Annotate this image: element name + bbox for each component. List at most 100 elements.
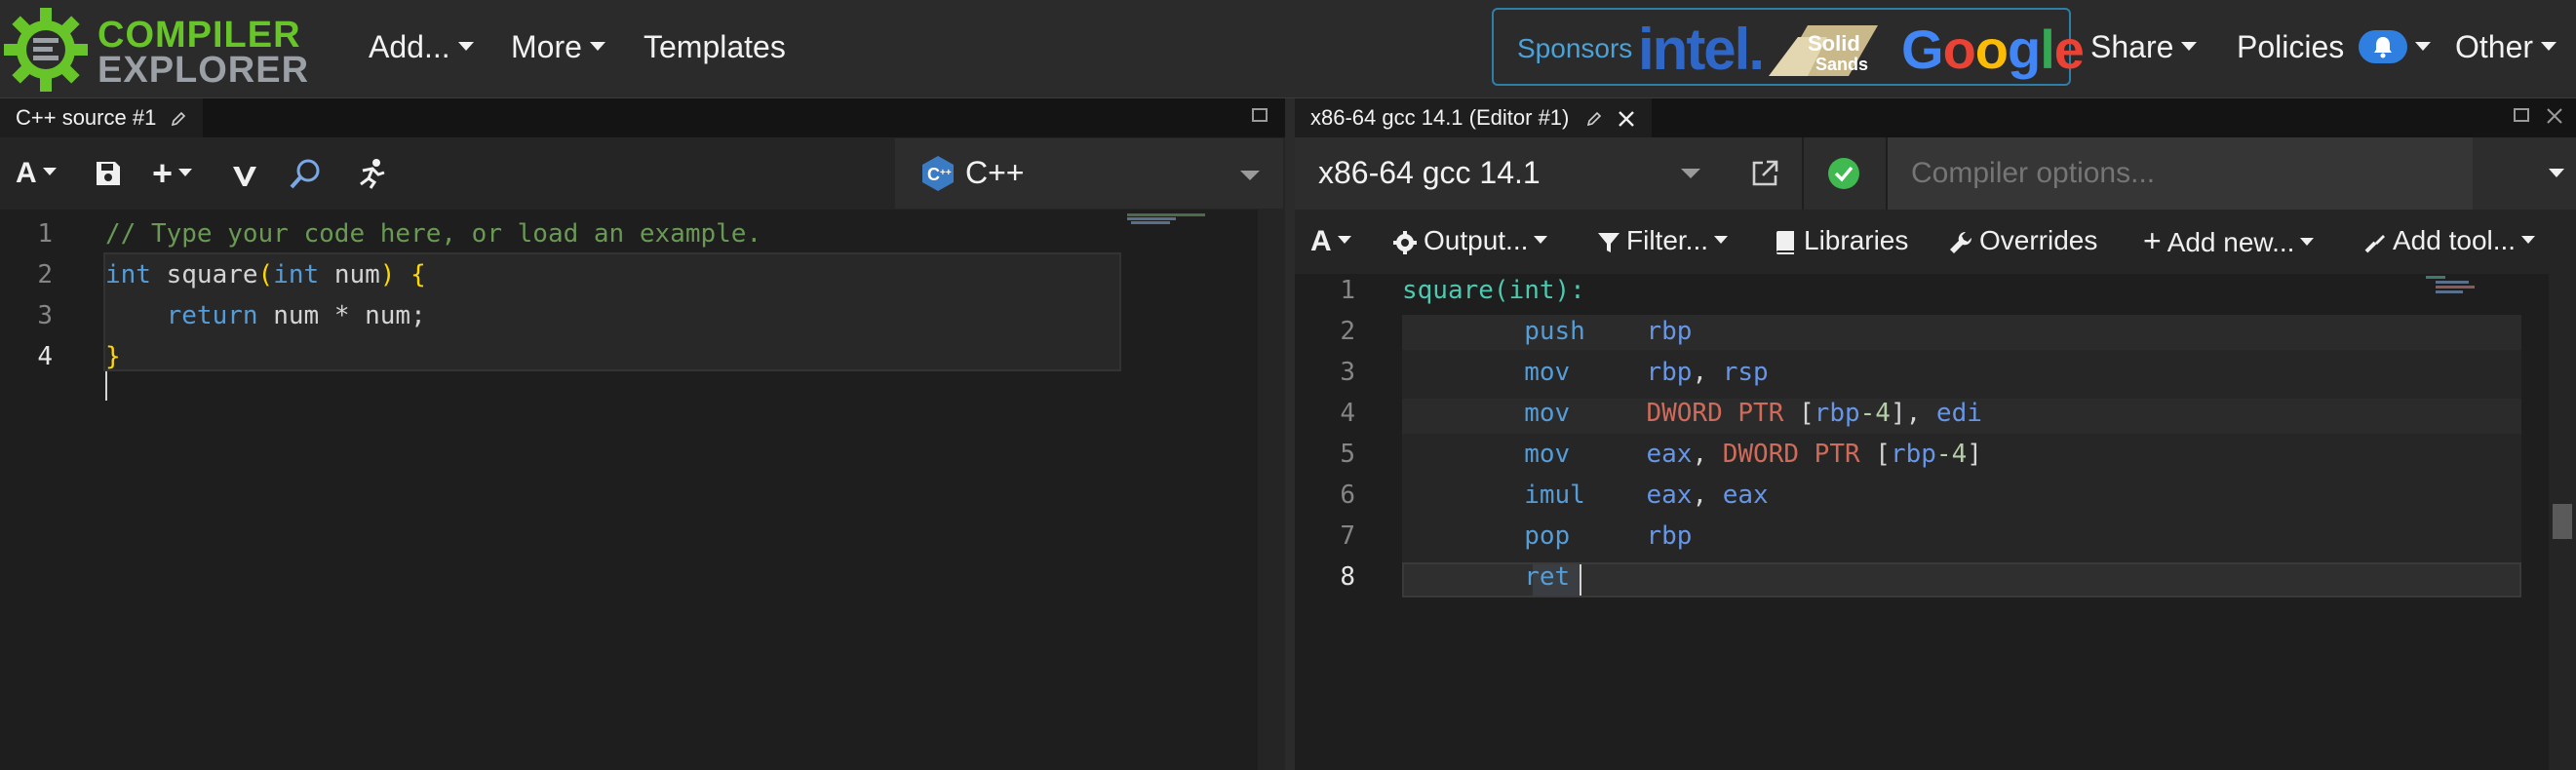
code-token: square [150, 260, 258, 289]
caret-down-icon [1681, 169, 1700, 178]
add-new-label: Add new... [2166, 227, 2295, 257]
maximize-icon[interactable] [1252, 108, 1268, 122]
assembly-scrollbar[interactable] [2549, 274, 2576, 770]
code-token: [ [1783, 399, 1815, 428]
scrollbar-thumb[interactable] [2553, 504, 2572, 539]
other-menu[interactable]: Other [2455, 29, 2557, 65]
close-pane-icon[interactable] [2545, 106, 2564, 126]
source-scrollbar[interactable] [1258, 210, 1285, 770]
solid-text: Solid [1808, 31, 1860, 56]
code-token: // Type your code here, or load an examp… [105, 219, 762, 249]
code-token: rbp [1646, 521, 1693, 551]
code-line[interactable]: mov rbp, rsp [1402, 358, 1769, 387]
pane-divider[interactable] [1285, 98, 1295, 770]
compiler-explorer-logo[interactable]: COMPILER EXPLORER [2, 6, 314, 92]
libraries-button[interactable]: Libraries [1775, 225, 1908, 256]
font-size-button[interactable]: A [16, 157, 57, 190]
tab-cpp-source[interactable]: C++ source #1 [0, 98, 204, 137]
bell-icon [2374, 36, 2393, 58]
open-in-new-icon[interactable] [1749, 158, 1780, 189]
line-number: 3 [37, 301, 53, 330]
logo-gear-icon [4, 8, 88, 92]
output-button[interactable]: Output... [1392, 225, 1548, 256]
pencil-icon[interactable] [1585, 110, 1603, 128]
code-line[interactable]: mov eax, DWORD PTR [rbp-4] [1402, 440, 1982, 469]
templates-link[interactable]: Templates [644, 29, 786, 65]
code-token: rbp [1646, 358, 1693, 387]
add-pane-button[interactable]: + [152, 153, 193, 194]
sponsor-google-logo[interactable]: Google [1901, 18, 2085, 81]
code-line[interactable]: ret [1402, 562, 1570, 592]
book-icon [1776, 230, 1794, 254]
add-menu[interactable]: Add... [369, 29, 474, 65]
search-regex-icon[interactable] [289, 157, 322, 190]
close-tab-icon[interactable] [1617, 109, 1636, 129]
minimap[interactable] [2426, 274, 2543, 303]
language-select[interactable]: C ++ C++ [895, 138, 1283, 209]
code-token: DWORD PTR [1646, 399, 1784, 428]
compiler-select[interactable]: x86-64 gcc 14.1 [1295, 137, 1704, 210]
code-token: [ [1859, 440, 1891, 469]
code-token: ret [1402, 562, 1571, 592]
more-menu[interactable]: More [511, 29, 605, 65]
line-number: 5 [1340, 440, 1355, 469]
text-cursor [105, 371, 107, 401]
google-letter: o [1942, 19, 1976, 80]
code-line[interactable]: return num * num; [105, 301, 426, 330]
save-icon[interactable] [94, 159, 123, 188]
font-size-button[interactable]: A [1310, 225, 1351, 258]
sponsor-solid-sands-logo[interactable]: Solid Sands [1769, 18, 1888, 78]
share-menu[interactable]: Share [2090, 29, 2198, 65]
options-dropdown-caret-icon[interactable] [2549, 169, 2564, 177]
tab-compiler[interactable]: x86-64 gcc 14.1 (Editor #1) [1295, 98, 1652, 137]
code-token: { [410, 260, 426, 289]
code-line[interactable]: imul eax, eax [1402, 481, 1769, 510]
add-tool-button[interactable]: Add tool... [2363, 225, 2536, 256]
code-token: rbp [1814, 399, 1860, 428]
code-line[interactable]: square(int): [1402, 276, 1585, 305]
caret-down-icon [589, 42, 605, 52]
line-number: 1 [1340, 276, 1355, 305]
filter-button[interactable]: Filter... [1597, 225, 1729, 256]
code-line[interactable]: // Type your code here, or load an examp… [105, 219, 761, 249]
compiler-options-input[interactable] [1888, 137, 2473, 210]
code-token: , [1692, 440, 1723, 469]
code-line[interactable]: push rbp [1402, 317, 1692, 346]
caret-down-icon [2181, 42, 2198, 52]
pencil-icon[interactable] [170, 110, 187, 128]
code-token: num * num; [257, 301, 426, 330]
code-token: ( [257, 260, 274, 289]
templates-label: Templates [644, 29, 786, 64]
code-token: imul [1402, 481, 1585, 510]
minimap[interactable] [1127, 213, 1262, 227]
assembly-output-editor[interactable]: 1 2 3 4 5 6 7 8 square(int): push rbp mov rbp, … [1295, 274, 2576, 770]
compiler-name: x86-64 gcc 14.1 [1318, 155, 1541, 190]
code-line[interactable]: mov DWORD PTR [rbp-4], edi [1402, 399, 1982, 428]
code-line[interactable]: pop rbp [1402, 521, 1692, 551]
code-token: , [1692, 481, 1723, 510]
sponsor-intel-logo[interactable]: intel. [1638, 16, 1765, 83]
add-new-button[interactable]: + Add new... [2143, 223, 2315, 259]
sponsors-box[interactable]: Sponsors intel. Solid Sands Google [1492, 8, 2085, 86]
caret-down-icon [178, 169, 193, 177]
logo-line2: EXPLORER [98, 50, 310, 91]
compiler-picker-row: x86-64 gcc 14.1 [1295, 137, 2576, 210]
code-token: int [273, 260, 320, 289]
caret-down-icon [1534, 235, 1548, 244]
compile-status-ok-icon[interactable] [1827, 157, 1860, 190]
source-editor[interactable]: 1 2 3 4 // Type your code here, or load an … [0, 210, 1285, 770]
vim-icon[interactable] [230, 161, 259, 190]
font-size-label: A [16, 157, 37, 189]
code-token: eax [1646, 440, 1693, 469]
quick-run-icon[interactable] [355, 157, 388, 190]
policies-menu[interactable]: Policies [2237, 29, 2432, 66]
overrides-button[interactable]: Overrides [1948, 225, 2097, 256]
code-line[interactable]: } [105, 342, 121, 371]
maximize-icon[interactable] [2514, 108, 2529, 122]
code-token: rbp [1646, 317, 1693, 346]
line-number: 8 [1340, 562, 1355, 592]
code-line[interactable]: int square(int num) { [105, 260, 426, 289]
code-token: rbp [1890, 440, 1936, 469]
